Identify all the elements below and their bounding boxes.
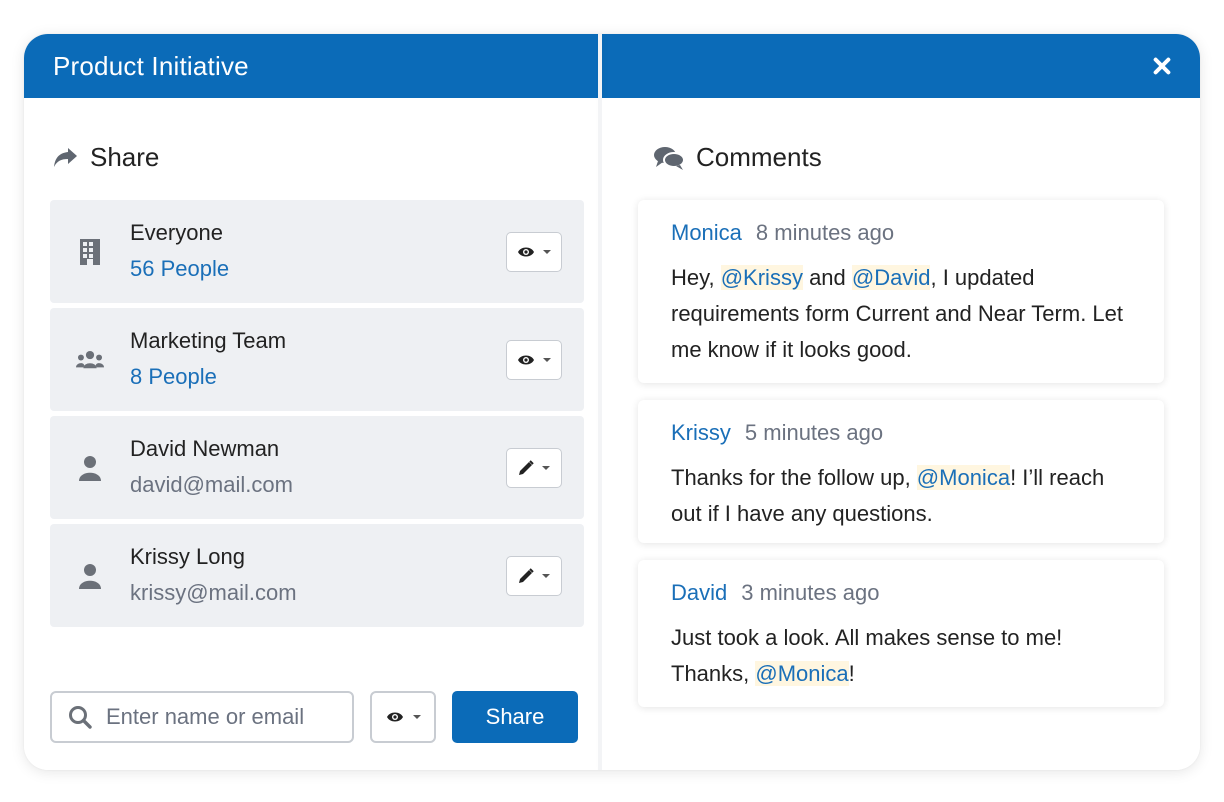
comment-text: ! xyxy=(848,661,855,686)
comment-card: Krissy 5 minutes ago Thanks for the foll… xyxy=(638,400,1164,543)
close-icon[interactable] xyxy=(1152,56,1172,76)
pencil-icon xyxy=(519,568,534,583)
chevron-down-icon xyxy=(543,250,551,254)
share-item-name: Everyone xyxy=(130,220,223,245)
comment-time: 3 minutes ago xyxy=(741,580,880,605)
comment-text: Thanks, xyxy=(671,661,756,686)
share-icon xyxy=(54,147,77,167)
chevron-down-icon xyxy=(412,715,421,719)
permission-dropdown-button[interactable] xyxy=(506,232,562,272)
comment-body: Just took a look. All makes sense to me!… xyxy=(671,620,1140,692)
comment-header: David 3 minutes ago xyxy=(671,580,879,606)
share-item-people-count[interactable]: 56 People xyxy=(130,256,229,282)
eye-icon xyxy=(386,712,403,722)
eye-icon xyxy=(518,355,534,365)
comments-title: Comments xyxy=(696,142,822,172)
chevron-down-icon xyxy=(543,358,551,362)
group-icon xyxy=(76,346,104,374)
building-icon xyxy=(76,238,104,266)
comment-body: Hey, @Krissy and @David, I updated requi… xyxy=(671,260,1140,368)
share-item-david-newman: David Newman david@mail.com xyxy=(50,416,584,519)
comment-header: Monica 8 minutes ago xyxy=(671,220,894,246)
comment-body: Thanks for the follow up, @Monica! I’ll … xyxy=(671,460,1140,532)
user-icon xyxy=(76,562,104,590)
mention-link[interactable]: @Krissy xyxy=(720,265,803,290)
share-item-krissy-long: Krissy Long krissy@mail.com xyxy=(50,524,584,627)
permission-dropdown-button[interactable] xyxy=(506,340,562,380)
share-item-name: David Newman xyxy=(130,436,280,461)
comments-section-title: Comments xyxy=(654,142,822,173)
dialog-header: Product Initiative xyxy=(24,34,1200,98)
comment-author[interactable]: David xyxy=(671,580,727,606)
search-field[interactable] xyxy=(50,691,354,743)
comment-time: 5 minutes ago xyxy=(744,420,884,445)
pencil-icon xyxy=(519,460,534,475)
comment-author[interactable]: Krissy xyxy=(671,420,731,446)
share-title: Share xyxy=(90,142,160,172)
share-button[interactable]: Share xyxy=(452,691,578,743)
comment-card: Monica 8 minutes ago Hey, @Krissy and @D… xyxy=(638,200,1164,383)
mention-link[interactable]: @Monica xyxy=(916,465,1011,490)
comment-time: 8 minutes ago xyxy=(755,220,895,245)
comments-panel: Comments Monica 8 minutes ago Hey, @Kris… xyxy=(602,98,1200,770)
share-item-email: krissy@mail.com xyxy=(130,580,297,605)
comment-text: and xyxy=(802,265,852,290)
comment-text: Hey, xyxy=(671,265,721,290)
share-item-name: Krissy Long xyxy=(130,544,245,569)
permission-dropdown-button[interactable] xyxy=(506,448,562,488)
mention-link[interactable]: @David xyxy=(851,265,931,290)
permission-dropdown-button[interactable] xyxy=(506,556,562,596)
dialog-title: Product Initiative xyxy=(53,51,249,81)
share-item-email: david@mail.com xyxy=(130,472,293,497)
comment-text: Thanks for the follow up, xyxy=(671,465,917,490)
comment-author[interactable]: Monica xyxy=(671,220,742,246)
share-item-people-count[interactable]: 8 People xyxy=(130,364,217,390)
chevron-down-icon xyxy=(542,574,550,578)
share-dialog: Product Initiative Share Everyone 56 Peo… xyxy=(24,34,1200,770)
chevron-down-icon xyxy=(542,466,550,470)
comments-icon xyxy=(654,146,684,170)
search-input[interactable] xyxy=(106,704,336,730)
share-item-everyone: Everyone 56 People xyxy=(50,200,584,303)
search-icon xyxy=(69,706,92,729)
comment-header: Krissy 5 minutes ago xyxy=(671,420,883,446)
permission-select[interactable] xyxy=(370,691,436,743)
comment-text: Just took a look. All makes sense to me! xyxy=(671,625,1063,650)
share-section-title: Share xyxy=(52,142,159,173)
mention-link[interactable]: @Monica xyxy=(755,661,849,686)
share-panel: Share Everyone 56 People Marketing Team … xyxy=(24,98,598,770)
share-item-name: Marketing Team xyxy=(130,328,287,353)
share-item-marketing-team: Marketing Team 8 People xyxy=(50,308,584,411)
user-icon xyxy=(76,454,104,482)
comment-card: David 3 minutes ago Just took a look. Al… xyxy=(638,560,1164,707)
eye-icon xyxy=(518,247,534,257)
